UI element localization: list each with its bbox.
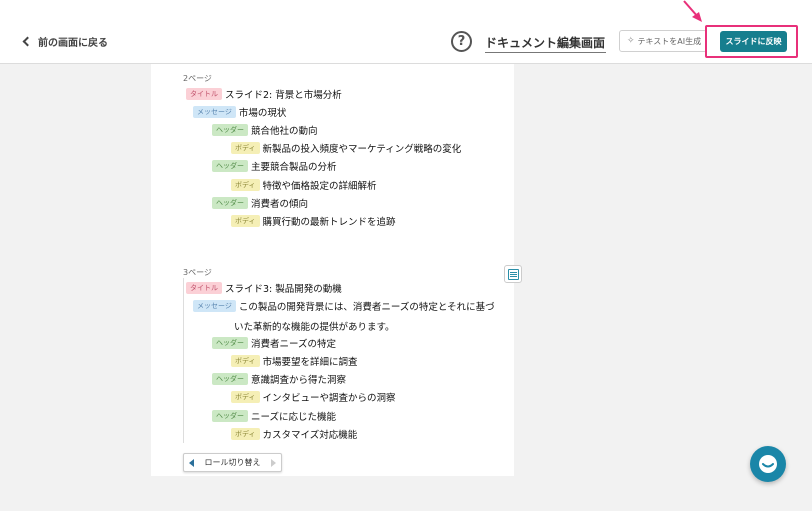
- ai-generate-label: テキストをAI生成: [637, 36, 702, 46]
- header-tag[interactable]: ヘッダー: [212, 410, 248, 422]
- message-row[interactable]: メッセージ この製品の開発背景には、消費者ニーズの特定とそれに基づ: [193, 299, 495, 313]
- header-tag[interactable]: ヘッダー: [212, 160, 248, 172]
- header-row[interactable]: ヘッダー ニーズに応じた機能: [212, 409, 336, 423]
- header-tag[interactable]: ヘッダー: [212, 197, 248, 209]
- title-tag[interactable]: タイトル: [186, 88, 222, 100]
- focus-line: [183, 278, 184, 443]
- sparkle-icon: ✧: [627, 36, 635, 46]
- body-row[interactable]: ボディ 新製品の投入頻度やマーケティング戦略の変化: [231, 141, 461, 155]
- mode-select[interactable]: ドキュメント編集画面: [485, 31, 606, 53]
- header-text[interactable]: 消費者の傾向: [251, 196, 308, 210]
- body-text[interactable]: インタビューや調査からの洞察: [263, 390, 396, 404]
- body-row[interactable]: ボディ カスタマイズ対応機能: [231, 427, 357, 441]
- body-row[interactable]: ボディ インタビューや調査からの洞察: [231, 390, 396, 404]
- body-tag[interactable]: ボディ: [231, 142, 260, 154]
- message-tag[interactable]: メッセージ: [193, 300, 236, 312]
- body-tag[interactable]: ボディ: [231, 428, 260, 440]
- title-row[interactable]: タイトル スライド3: 製品開発の動機: [186, 281, 342, 295]
- document-canvas: 2ページ タイトル スライド2: 背景と市場分析 メッセージ 市場の現状 ヘッダ…: [151, 64, 514, 476]
- back-button[interactable]: 前の画面に戻る: [22, 34, 108, 49]
- message-text-continued[interactable]: いた革新的な機能の提供があります。: [234, 319, 395, 333]
- body-row[interactable]: ボディ 購買行動の最新トレンドを追跡: [231, 214, 396, 228]
- title-row[interactable]: タイトル スライド2: 背景と市場分析: [186, 87, 342, 101]
- page-label: 2ページ: [183, 74, 212, 83]
- role-toggle-label: ロール切り替え: [204, 458, 261, 467]
- header-text[interactable]: 主要競合製品の分析: [251, 159, 337, 173]
- arrow-left-icon[interactable]: [189, 458, 194, 467]
- note-icon-line: [510, 276, 517, 277]
- back-label: 前の画面に戻る: [38, 38, 108, 49]
- body-tag[interactable]: ボディ: [231, 179, 260, 191]
- body-row[interactable]: ボディ 市場要望を詳細に調査: [231, 354, 358, 368]
- header-row[interactable]: ヘッダー 競合他社の動向: [212, 123, 318, 137]
- message-text[interactable]: この製品の開発背景には、消費者ニーズの特定とそれに基づ: [239, 299, 495, 313]
- note-icon[interactable]: [504, 265, 522, 283]
- body-row[interactable]: ボディ 特徴や価格設定の詳細解析: [231, 178, 377, 192]
- header-text[interactable]: 意識調査から得た洞察: [251, 372, 346, 386]
- header-row[interactable]: ヘッダー 主要競合製品の分析: [212, 159, 337, 173]
- reflect-to-slides-button[interactable]: スライドに反映: [720, 31, 787, 52]
- caret-down-icon: [595, 40, 603, 45]
- annotation-arrow-icon: [683, 0, 702, 22]
- body-text[interactable]: 特徴や価格設定の詳細解析: [263, 178, 377, 192]
- body-text[interactable]: カスタマイズ対応機能: [263, 427, 358, 441]
- page-label: 3ページ: [183, 268, 212, 277]
- chat-button[interactable]: [750, 446, 786, 482]
- chevron-left-icon: [22, 36, 33, 47]
- message-row[interactable]: メッセージ 市場の現状: [193, 105, 286, 119]
- header-tag[interactable]: ヘッダー: [212, 124, 248, 136]
- title-tag[interactable]: タイトル: [186, 282, 222, 294]
- chat-icon: [759, 455, 777, 473]
- body-tag[interactable]: ボディ: [231, 215, 260, 227]
- body-tag[interactable]: ボディ: [231, 391, 260, 403]
- ai-generate-button[interactable]: ✧ テキストをAI生成: [619, 30, 707, 52]
- note-icon-line: [510, 274, 517, 275]
- message-tag[interactable]: メッセージ: [193, 106, 236, 118]
- role-toggle[interactable]: ロール切り替え: [183, 453, 282, 472]
- body-text[interactable]: 市場要望を詳細に調査: [263, 354, 358, 368]
- note-icon-line: [510, 272, 517, 273]
- header-row[interactable]: ヘッダー 意識調査から得た洞察: [212, 372, 346, 386]
- header-text[interactable]: 消費者ニーズの特定: [251, 336, 336, 350]
- body-text[interactable]: 購買行動の最新トレンドを追跡: [263, 214, 396, 228]
- header-tag[interactable]: ヘッダー: [212, 373, 248, 385]
- body-tag[interactable]: ボディ: [231, 355, 260, 367]
- header-row[interactable]: ヘッダー 消費者ニーズの特定: [212, 336, 336, 350]
- mode-select-value: ドキュメント編集画面: [485, 36, 606, 50]
- header-text[interactable]: 競合他社の動向: [251, 123, 318, 137]
- arrow-right-icon[interactable]: [271, 458, 276, 467]
- message-text[interactable]: 市場の現状: [239, 105, 287, 119]
- help-icon[interactable]: ?: [451, 31, 472, 52]
- body-text[interactable]: 新製品の投入頻度やマーケティング戦略の変化: [263, 141, 462, 155]
- title-text[interactable]: スライド2: 背景と市場分析: [225, 87, 342, 101]
- header-tag[interactable]: ヘッダー: [212, 337, 248, 349]
- header-row[interactable]: ヘッダー 消費者の傾向: [212, 196, 308, 210]
- header-text[interactable]: ニーズに応じた機能: [251, 409, 336, 423]
- title-text[interactable]: スライド3: 製品開発の動機: [225, 281, 342, 295]
